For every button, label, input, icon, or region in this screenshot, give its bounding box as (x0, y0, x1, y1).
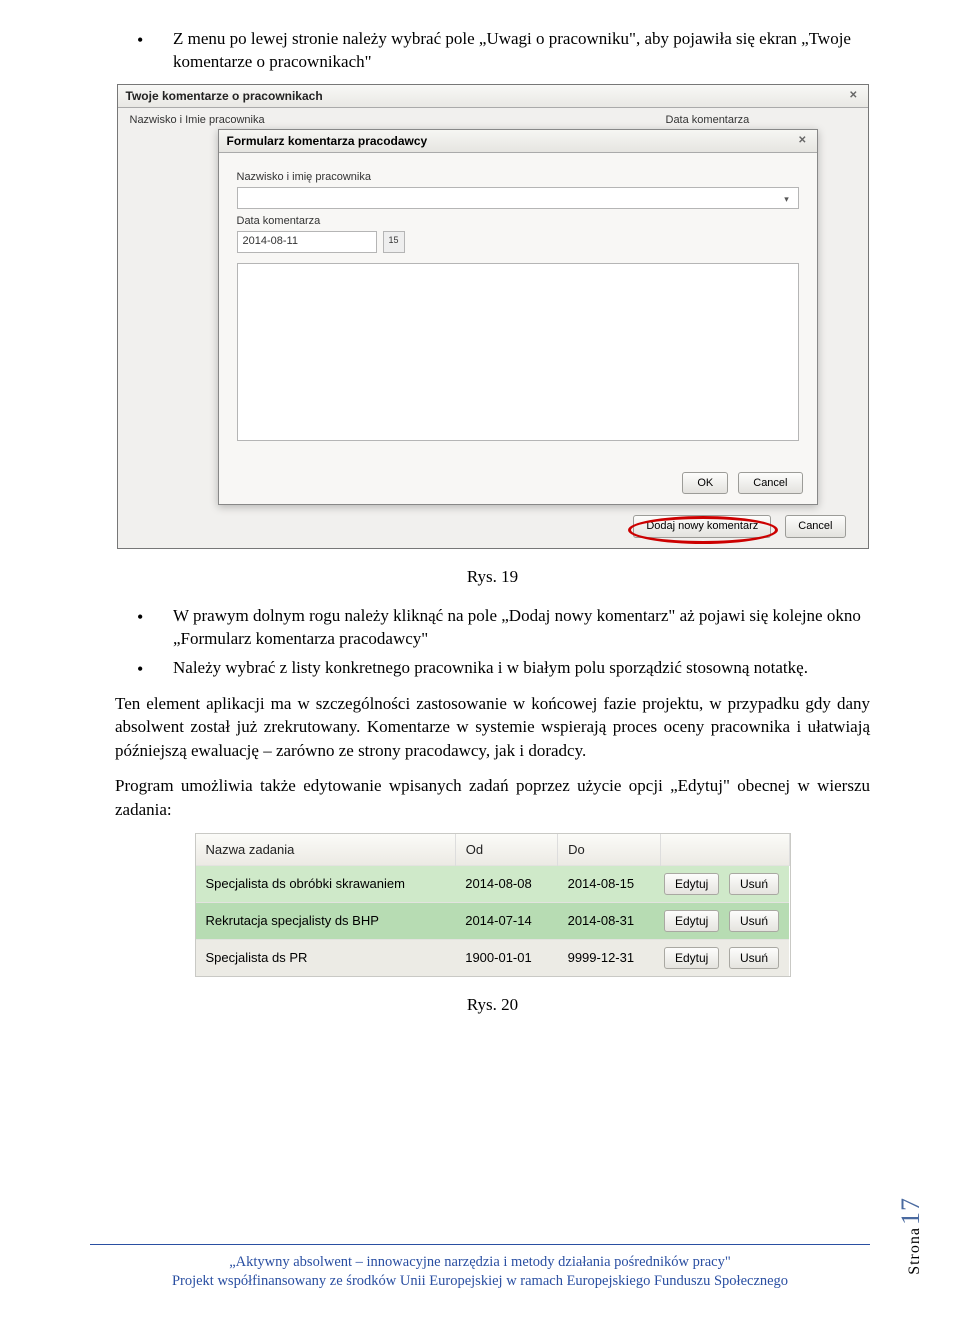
figure-caption-20: Rys. 20 (115, 995, 870, 1015)
cancel-button[interactable]: Cancel (738, 472, 802, 494)
label-employee-name: Nazwisko i imię pracownika (237, 171, 799, 183)
cell-task-name: Specjalista ds PR (196, 939, 456, 976)
edit-button[interactable]: Edytuj (664, 910, 719, 932)
paragraph-1: Ten element aplikacji ma w szczególności… (115, 692, 870, 762)
column-header-name: Nazwisko i Imie pracownika (130, 114, 666, 126)
employee-select[interactable]: ▾ (237, 187, 799, 209)
cell-from: 2014-08-08 (455, 865, 557, 902)
cell-to: 2014-08-31 (558, 902, 660, 939)
cell-from: 2014-07-14 (455, 902, 557, 939)
table-row: Specjalista ds obróbki skrawaniem 2014-0… (196, 865, 790, 902)
inner-dialog: Formularz komentarza pracodawcy ✕ Nazwis… (218, 129, 818, 505)
cell-task-name: Rekrutacja specjalisty ds BHP (196, 902, 456, 939)
outer-window: Twoje komentarze o pracownikach ✕ Nazwis… (117, 84, 869, 549)
bullet-list-top: Z menu po lewej stronie należy wybrać po… (155, 28, 870, 74)
delete-button[interactable]: Usuń (729, 947, 779, 969)
outer-window-titlebar: Twoje komentarze o pracownikach ✕ (118, 85, 868, 108)
inner-dialog-title: Formularz komentarza pracodawcy (227, 134, 428, 148)
column-header-date: Data komentarza (666, 114, 856, 126)
task-table: Nazwa zadania Od Do Specjalista ds obrób… (196, 834, 790, 976)
inner-dialog-titlebar: Formularz komentarza pracodawcy ✕ (219, 130, 817, 153)
chevron-down-icon: ▾ (780, 192, 794, 206)
cancel-button[interactable]: Cancel (785, 515, 845, 538)
table-row: Specjalista ds PR 1900-01-01 9999-12-31 … (196, 939, 790, 976)
screenshot-task-table: Nazwa zadania Od Do Specjalista ds obrób… (195, 833, 791, 977)
delete-button[interactable]: Usuń (729, 873, 779, 895)
cell-to: 9999-12-31 (558, 939, 660, 976)
label-comment-date: Data komentarza (237, 215, 799, 227)
figure-caption-19: Rys. 19 (115, 567, 870, 587)
table-row: Rekrutacja specjalisty ds BHP 2014-07-14… (196, 902, 790, 939)
comment-textarea[interactable] (237, 263, 799, 441)
paragraph-2: Program umożliwia także edytowanie wpisa… (115, 774, 870, 821)
outer-window-header-row: Nazwisko i Imie pracownika Data komentar… (118, 108, 868, 130)
column-header-from: Od (455, 834, 557, 866)
delete-button[interactable]: Usuń (729, 910, 779, 932)
form-body: Nazwisko i imię pracownika ▾ Data koment… (219, 153, 817, 453)
edit-button[interactable]: Edytuj (664, 873, 719, 895)
close-icon[interactable]: ✕ (798, 135, 806, 146)
footer: „Aktywny absolwent – innowacyjne narzędz… (90, 1244, 870, 1292)
screenshot-comments-dialog: Twoje komentarze o pracownikach ✕ Nazwis… (117, 84, 869, 549)
bullet-item: Należy wybrać z listy konkretnego pracow… (155, 657, 870, 680)
outer-window-title: Twoje komentarze o pracownikach (126, 89, 323, 103)
footer-line-1: „Aktywny absolwent – innowacyjne narzędz… (90, 1253, 870, 1273)
bullet-item: Z menu po lewej stronie należy wybrać po… (155, 28, 870, 74)
bullet-item: W prawym dolnym rogu należy kliknąć na p… (155, 605, 870, 651)
date-input[interactable]: 2014-08-11 (237, 231, 377, 253)
cell-from: 1900-01-01 (455, 939, 557, 976)
page-number-side: Strona 17 (896, 1197, 926, 1275)
edit-button[interactable]: Edytuj (664, 947, 719, 969)
cell-to: 2014-08-15 (558, 865, 660, 902)
cell-task-name: Specjalista ds obróbki skrawaniem (196, 865, 456, 902)
calendar-icon[interactable]: 15 (383, 231, 405, 253)
ok-button[interactable]: OK (682, 472, 728, 494)
add-comment-button[interactable]: Dodaj nowy komentarz (633, 515, 771, 538)
page-number: 17 (896, 1197, 925, 1225)
footer-line-2: Projekt współfinansowany ze środków Unii… (90, 1272, 870, 1292)
bullet-list-mid: W prawym dolnym rogu należy kliknąć na p… (155, 605, 870, 680)
column-header-to: Do (558, 834, 660, 866)
column-header-task-name: Nazwa zadania (196, 834, 456, 866)
close-icon[interactable]: ✕ (849, 90, 857, 101)
page-label: Strona (906, 1227, 923, 1275)
